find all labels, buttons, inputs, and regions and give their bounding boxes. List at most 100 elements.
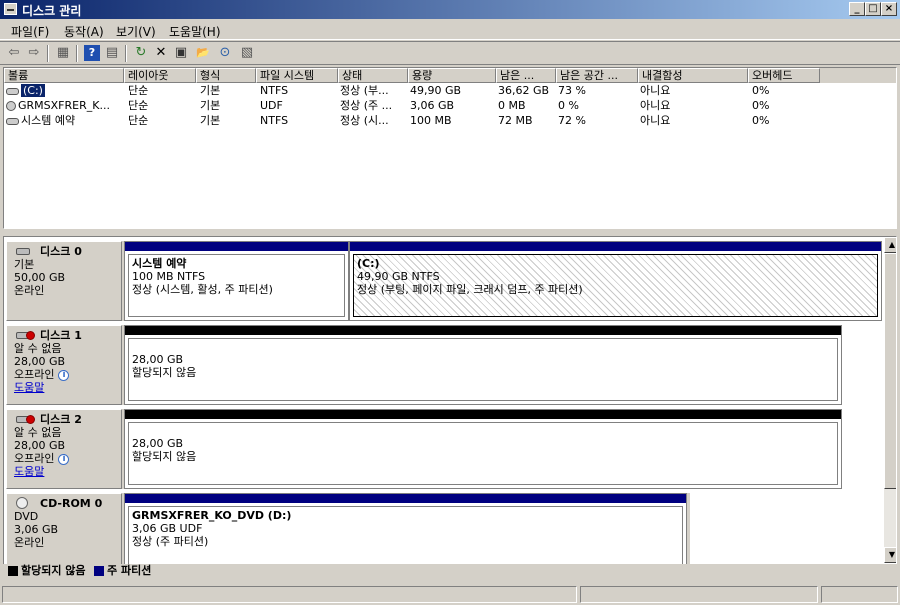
partition-status: 정상 (주 파티션) [132, 535, 209, 548]
info-icon[interactable]: i [58, 369, 70, 381]
partition-status: 할당되지 않음 [132, 450, 197, 463]
volume-row[interactable]: (C:) 단순 기본 NTFS 정상 (부... 49,90 GB 36,62 … [4, 83, 896, 98]
disk-label[interactable]: 디스크 1 알 수 없음 28,00 GB 오프라인 i 도움말 [6, 325, 122, 405]
volume-list-header: 볼륨 레이아웃 형식 파일 시스템 상태 용량 남은 ... 남은 공간 ...… [4, 68, 896, 83]
error-icon [26, 331, 35, 340]
disk-management-icon [4, 3, 17, 15]
close-button[interactable]: × [881, 2, 897, 16]
partition-label: GRMSXFRER_KO_DVD (D:) [132, 509, 292, 522]
vertical-scrollbar[interactable]: ▲ ▼ [884, 237, 896, 563]
export-icon[interactable]: ▧ [239, 45, 255, 61]
menu-help[interactable]: 도움말(H) [169, 23, 221, 40]
partition-system-reserved[interactable]: 시스템 예약 100 MB NTFS 정상 (시스템, 활성, 주 파티션) [124, 241, 349, 321]
volume-type: 기본 [200, 84, 221, 97]
forward-icon[interactable]: ⇨ [26, 45, 42, 61]
volume-overhead: 0% [752, 84, 770, 97]
disk-label[interactable]: CD-ROM 0 DVD 3,06 GB 온라인 [6, 493, 122, 564]
disk-graphical-view[interactable]: 디스크 0 기본 50,00 GB 온라인 시스템 예약 100 MB NTFS… [3, 236, 897, 564]
scroll-down-button[interactable]: ▼ [884, 547, 896, 563]
window-title: 디스크 관리 [22, 4, 82, 18]
status-bar [0, 584, 900, 605]
cdrom-icon [16, 497, 28, 509]
disk-row-disk0[interactable]: 디스크 0 기본 50,00 GB 온라인 시스템 예약 100 MB NTFS… [6, 241, 882, 321]
partition-c-drive[interactable]: (C:) 49,90 GB NTFS 정상 (부팅, 페이지 파일, 크래시 덤… [349, 241, 882, 321]
volume-filesystem: UDF [260, 99, 283, 112]
scroll-up-button[interactable]: ▲ [884, 237, 896, 253]
volume-capacity: 100 MB [410, 114, 452, 127]
volume-row[interactable]: GRMSXFRER_K... 단순 기본 UDF 정상 (주 ... 3,06 … [4, 98, 896, 113]
disk-size: 3,06 GB [14, 523, 59, 536]
unallocated-swatch [8, 566, 18, 576]
partition-unallocated[interactable]: 28,00 GB 할당되지 않음 [124, 325, 842, 405]
disk-row-cdrom0[interactable]: CD-ROM 0 DVD 3,06 GB 온라인 GRMSXFRER_KO_DV… [6, 493, 690, 564]
partition-detail: 3,06 GB UDF [132, 522, 203, 535]
column-status[interactable]: 상태 [338, 68, 408, 83]
volume-percent-free: 0 % [558, 99, 579, 112]
maximize-button[interactable]: □ [865, 2, 881, 16]
disk-state: 온라인 [14, 284, 45, 297]
partition-status: 정상 (부팅, 페이지 파일, 크래시 덤프, 주 파티션) [357, 283, 583, 296]
column-free-space[interactable]: 남은 ... [496, 68, 556, 83]
volume-name: (C:) [21, 84, 45, 97]
help-icon[interactable]: ? [84, 45, 100, 61]
help-link[interactable]: 도움말 [14, 381, 44, 394]
refresh-icon[interactable]: ↻ [133, 45, 149, 61]
partition-detail: 49,90 GB NTFS [357, 270, 440, 283]
info-icon[interactable]: i [58, 453, 70, 465]
column-filesystem[interactable]: 파일 시스템 [256, 68, 338, 83]
disk-state: 오프라인 [14, 368, 55, 381]
primary-swatch [94, 566, 105, 576]
column-layout[interactable]: 레이아웃 [124, 68, 196, 83]
column-volume[interactable]: 볼륨 [4, 68, 124, 83]
view-icon[interactable]: ▦ [55, 45, 71, 61]
disk-state: 온라인 [14, 536, 45, 549]
menu-file[interactable]: 파일(F) [11, 23, 49, 40]
volume-free: 36,62 GB [498, 84, 550, 97]
volume-percent-free: 73 % [558, 84, 586, 97]
disk-state: 오프라인 [14, 452, 55, 465]
partition-dvd[interactable]: GRMSXFRER_KO_DVD (D:) 3,06 GB UDF 정상 (주 … [124, 493, 687, 564]
title-bar: 디스크 관리 _ □ × [0, 0, 900, 19]
partition-label: 시스템 예약 [132, 257, 187, 270]
unallocated-bar [125, 326, 841, 335]
disk-label[interactable]: 디스크 0 기본 50,00 GB 온라인 [6, 241, 122, 321]
volume-status: 정상 (주 ... [340, 99, 393, 112]
volume-layout: 단순 [128, 84, 149, 97]
primary-partition-bar [350, 242, 881, 251]
column-type[interactable]: 형식 [196, 68, 256, 83]
search-icon[interactable]: ⊙ [217, 45, 233, 61]
volume-drive-icon [6, 87, 19, 95]
column-percent-free[interactable]: 남은 공간 ... [556, 68, 638, 83]
status-panel [580, 586, 818, 603]
column-fault-tolerance[interactable]: 내결함성 [638, 68, 748, 83]
menu-action[interactable]: 동작(A) [64, 23, 104, 40]
scroll-thumb[interactable] [884, 253, 896, 489]
volume-list[interactable]: 볼륨 레이아웃 형식 파일 시스템 상태 용량 남은 ... 남은 공간 ...… [3, 67, 897, 229]
disk-name: 디스크 1 [40, 329, 82, 342]
volume-type: 기본 [200, 114, 221, 127]
menu-view[interactable]: 보기(V) [116, 23, 156, 40]
help-link[interactable]: 도움말 [14, 465, 44, 478]
volume-filesystem: NTFS [260, 84, 289, 97]
column-capacity[interactable]: 용량 [408, 68, 496, 83]
disk-row-disk2[interactable]: 디스크 2 알 수 없음 28,00 GB 오프라인 i 도움말 28,00 GB… [6, 409, 842, 489]
column-overhead[interactable]: 오버헤드 [748, 68, 820, 83]
open-icon[interactable]: 📂 [195, 45, 211, 61]
disk-label[interactable]: 디스크 2 알 수 없음 28,00 GB 오프라인 i 도움말 [6, 409, 122, 489]
volume-row[interactable]: 시스템 예약 단순 기본 NTFS 정상 (시... 100 MB 72 MB … [4, 113, 896, 128]
volume-layout: 단순 [128, 99, 149, 112]
console-icon[interactable]: ▤ [104, 45, 120, 61]
disk-kind: 알 수 없음 [14, 342, 62, 355]
back-icon[interactable]: ⇦ [6, 45, 22, 61]
partition-status: 정상 (시스템, 활성, 주 파티션) [132, 283, 273, 296]
dvd-drive-icon [6, 101, 16, 111]
disk-row-disk1[interactable]: 디스크 1 알 수 없음 28,00 GB 오프라인 i 도움말 28,00 GB… [6, 325, 842, 405]
minimize-button[interactable]: _ [849, 2, 865, 16]
volume-capacity: 49,90 GB [410, 84, 462, 97]
delete-icon[interactable]: ✕ [153, 45, 169, 61]
disk-name: 디스크 2 [40, 413, 82, 426]
volume-percent-free: 72 % [558, 114, 586, 127]
primary-partition-bar [125, 242, 348, 251]
partition-unallocated[interactable]: 28,00 GB 할당되지 않음 [124, 409, 842, 489]
properties-icon[interactable]: ▣ [173, 45, 189, 61]
